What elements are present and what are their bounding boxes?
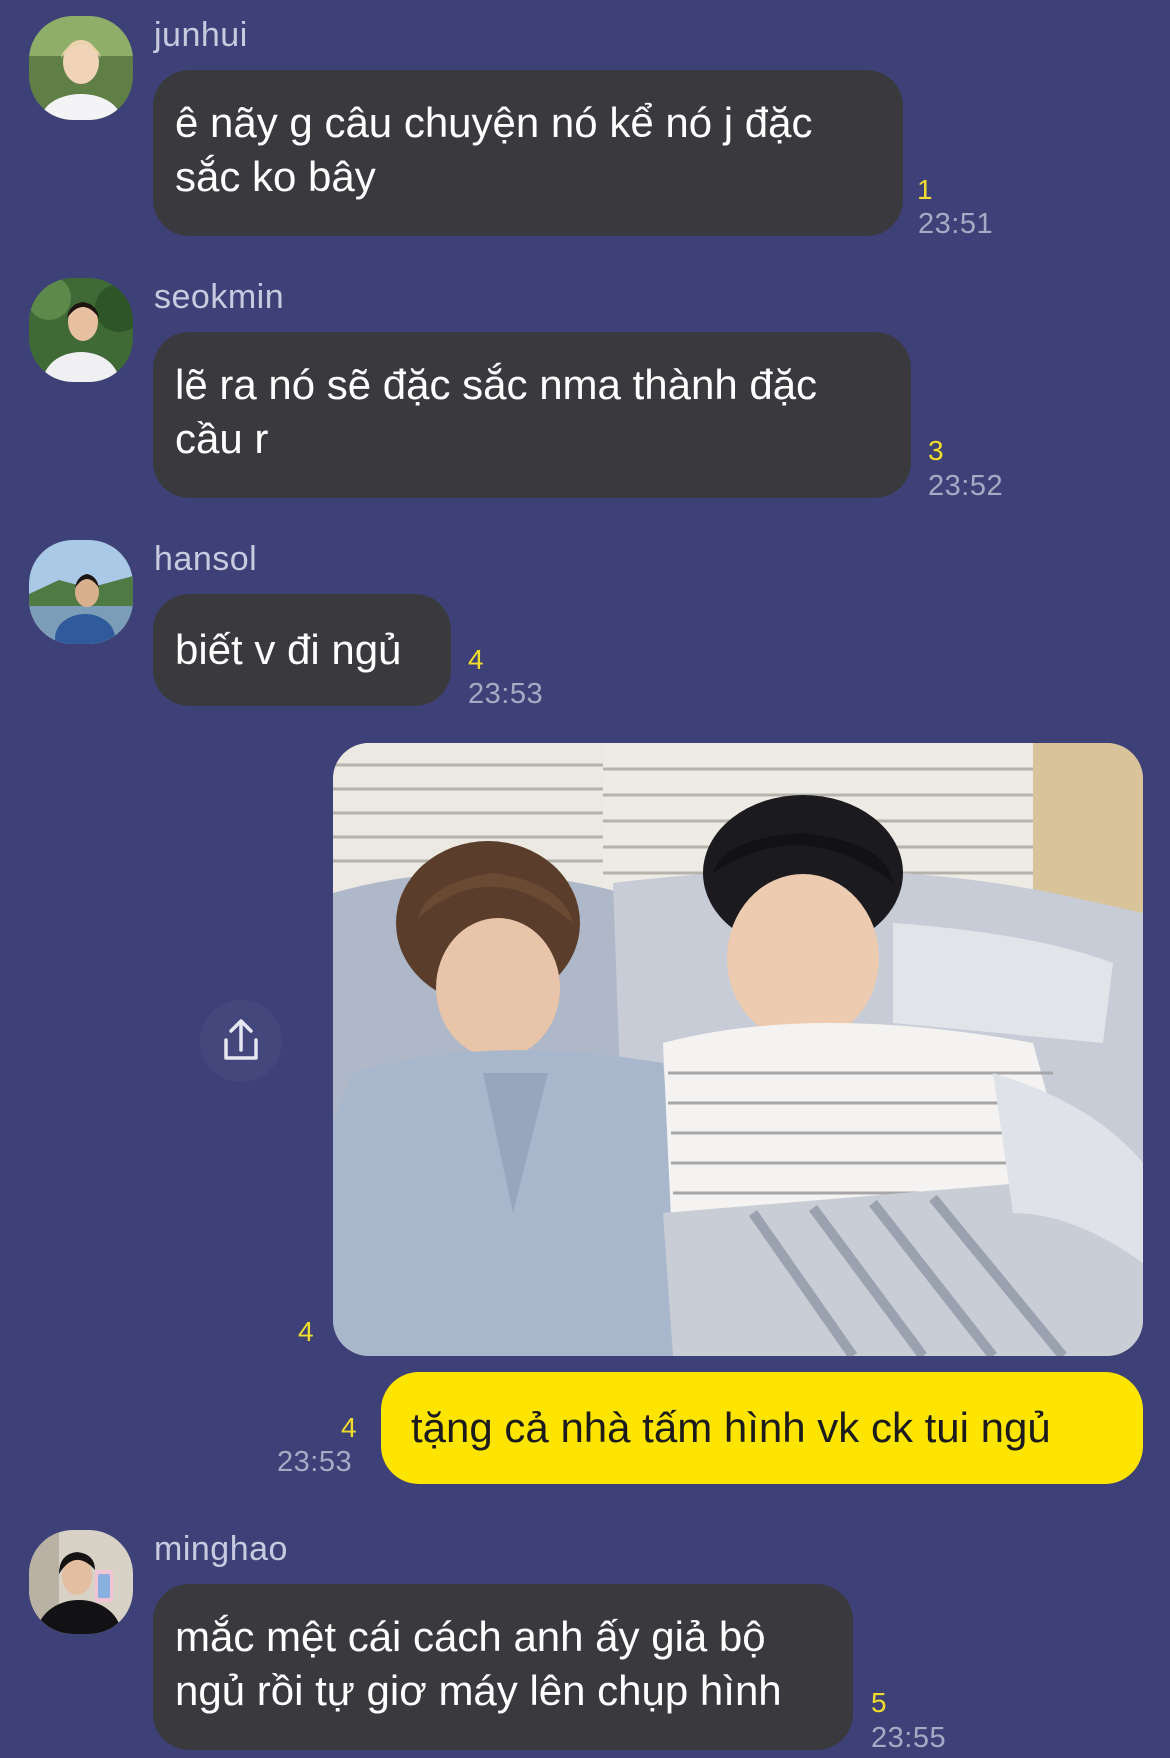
sender-name: minghao [154,1530,288,1568]
message-text: biết v đi ngủ [175,626,402,673]
message-bubble[interactable]: lẽ ra nó sẽ đặc sắc nma thành đặc cầu r [153,332,911,498]
share-icon [224,1019,258,1060]
unread-count: 4 [468,644,484,675]
unread-count: 5 [871,1687,887,1718]
avatar-junhui-image [29,16,133,120]
message-bubble[interactable]: mắc mệt cái cách anh ấy giả bộ ngủ rồi t… [153,1584,853,1750]
share-button[interactable] [200,1000,282,1082]
message-text: mắc mệt cái cách anh ấy giả bộ [175,1613,766,1660]
my-message-bubble[interactable]: tặng cả nhà tấm hình vk ck tui ngủ [381,1372,1143,1484]
unread-count: 4 [298,1316,314,1347]
unread-count: 3 [928,435,944,466]
shared-photo[interactable] [333,743,1143,1356]
message-text: ngủ rồi tự giơ máy lên chụp hình [175,1667,782,1714]
unread-count: 1 [917,174,933,205]
message-text: sắc ko bây [175,153,376,200]
message-time: 23:52 [928,470,1004,502]
sender-name: junhui [154,16,248,54]
message-text: cầu r [175,415,269,462]
message-text: lẽ ra nó sẽ đặc sắc nma thành đặc [175,361,818,408]
message-time: 23:55 [871,1722,947,1754]
message-text: ê nãy g câu chuyện nó kể nó j đặc [175,99,813,146]
shared-photo-image [333,743,1143,1356]
message-time: 23:53 [468,678,544,710]
message-bubble[interactable]: biết v đi ngủ [153,594,451,706]
sender-name: hansol [154,540,258,578]
avatar-seokmin[interactable] [29,278,133,382]
message-time: 23:53 [277,1446,353,1478]
avatar-hansol-image [29,540,133,644]
avatar-hansol[interactable] [29,540,133,644]
unread-count: 4 [341,1412,357,1443]
message-time: 23:51 [918,208,994,240]
avatar-minghao-image [29,1530,133,1634]
message-bubble[interactable]: ê nãy g câu chuyện nó kể nó j đặc sắc ko… [153,70,903,236]
avatar-minghao[interactable] [29,1530,133,1634]
sender-name: seokmin [154,278,285,316]
avatar-seokmin-image [29,278,133,382]
avatar-junhui[interactable] [29,16,133,120]
